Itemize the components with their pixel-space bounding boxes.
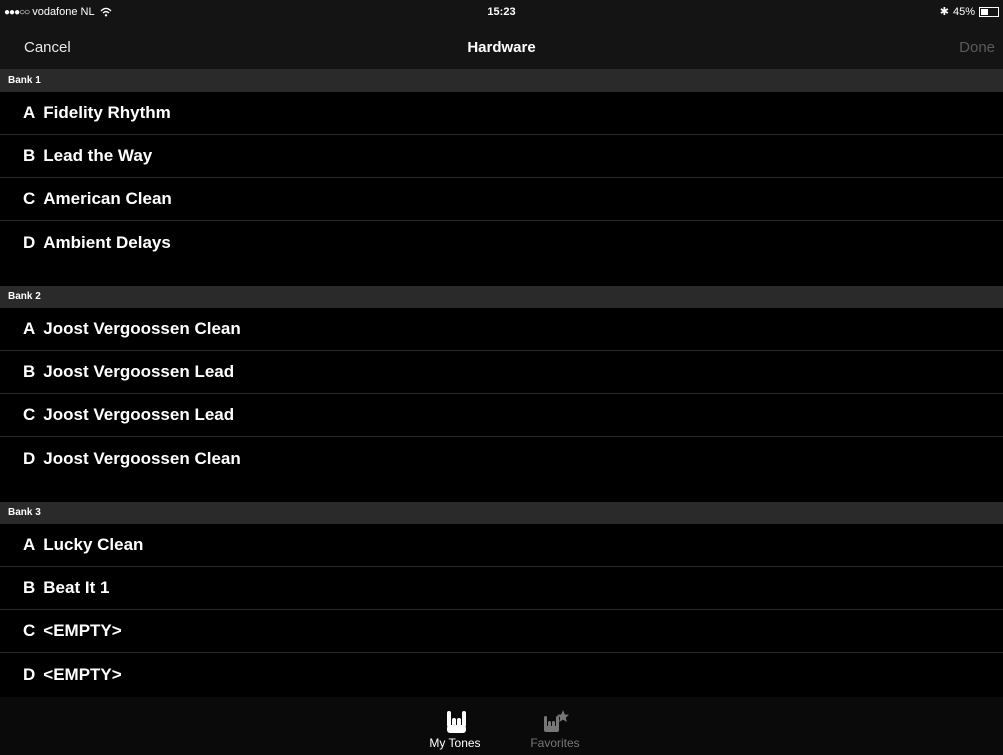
tab-my-tones[interactable]: My Tones [415, 709, 495, 750]
page-title: Hardware [467, 39, 536, 56]
preset-row[interactable]: B Joost Vergoossen Lead [0, 351, 1003, 394]
preset-row[interactable]: D Joost Vergoossen Clean [0, 437, 1003, 480]
preset-name: Ambient Delays [43, 232, 171, 252]
preset-name: Joost Vergoossen Lead [43, 362, 235, 381]
nav-bar: Cancel Hardware Done [0, 26, 1003, 70]
slot-letter: D [23, 664, 36, 684]
preset-name: Lead the Way [43, 146, 153, 165]
tab-label: Favorites [530, 736, 580, 750]
preset-row[interactable]: B Lead the Way [0, 135, 1003, 178]
preset-row[interactable]: C American Clean [0, 178, 1003, 221]
preset-name: Joost Vergoossen Clean [43, 319, 241, 338]
slot-letter: D [23, 232, 36, 252]
slot-letter: A [23, 535, 36, 554]
battery-icon [979, 6, 999, 17]
slot-letter: B [23, 578, 36, 597]
tab-favorites[interactable]: Favorites [515, 709, 595, 750]
rock-hand-star-icon [544, 710, 569, 732]
slot-letter: C [23, 189, 36, 208]
preset-name: American Clean [43, 189, 172, 208]
preset-row[interactable]: A Lucky Clean [0, 524, 1003, 567]
battery-fill [981, 8, 988, 15]
preset-name: Lucky Clean [43, 535, 144, 554]
bluetooth-icon: ✱ [939, 6, 949, 18]
bank-header-2: Bank 2 [0, 286, 1003, 308]
done-button[interactable]: Done [959, 39, 995, 56]
bank-spacer [0, 480, 1003, 502]
bank-header-1: Bank 1 [0, 70, 1003, 92]
slot-letter: A [23, 103, 36, 122]
rock-hand-icon [447, 711, 466, 733]
slot-letter: C [23, 621, 36, 640]
preset-row[interactable]: A Joost Vergoossen Clean [0, 308, 1003, 351]
preset-row[interactable]: A Fidelity Rhythm [0, 92, 1003, 135]
bank-spacer [0, 264, 1003, 286]
preset-row[interactable]: D <EMPTY> [0, 653, 1003, 696]
preset-name: Fidelity Rhythm [43, 103, 171, 122]
bank-header-3: Bank 3 [0, 502, 1003, 524]
preset-row[interactable]: D Ambient Delays [0, 221, 1003, 264]
preset-name: Beat It 1 [43, 578, 110, 597]
slot-letter: B [23, 362, 36, 381]
tab-label: My Tones [429, 736, 481, 750]
bank-list[interactable]: Bank 1 A Fidelity Rhythm B Lead the Way … [0, 70, 1003, 696]
preset-name: <EMPTY> [43, 621, 122, 640]
battery-percent: 45% [952, 5, 975, 18]
preset-row[interactable]: C <EMPTY> [0, 610, 1003, 653]
status-right: ✱ 45% [940, 5, 999, 18]
slot-letter: A [23, 319, 36, 338]
preset-row[interactable]: B Beat It 1 [0, 567, 1003, 610]
preset-name: Joost Vergoossen Clean [43, 448, 241, 468]
preset-row[interactable]: C Joost Vergoossen Lead [0, 394, 1003, 437]
slot-letter: D [23, 448, 36, 468]
status-bar: ●●●○○ vodafone NL 15:23 ✱ 45% [0, 0, 1003, 26]
slot-letter: C [23, 405, 36, 424]
slot-letter: B [23, 146, 36, 165]
status-time: 15:23 [487, 6, 516, 18]
preset-name: <EMPTY> [43, 664, 122, 684]
preset-name: Joost Vergoossen Lead [43, 405, 235, 424]
tab-bar: My Tones Favorites [0, 697, 1003, 755]
